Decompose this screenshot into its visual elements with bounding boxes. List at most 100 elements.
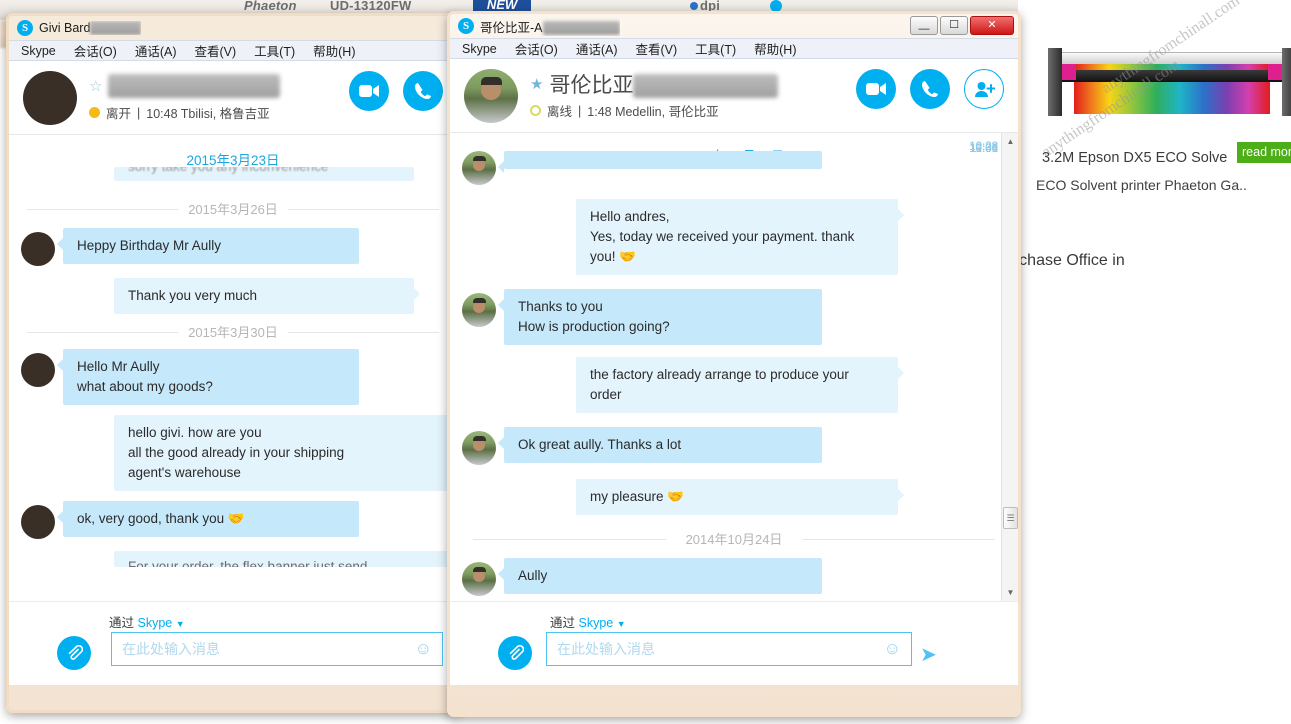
contact-header-right: ★ 哥伦比亚Andres Concha 离线 | 1:48 Medellin, …	[450, 59, 1018, 133]
window-title-left-redacted: zenishvili	[90, 21, 142, 35]
menu-item-view[interactable]: 查看(V)	[194, 41, 236, 60]
chat-area-left[interactable]: 2015年3月23日 sorry take you any inconvenie…	[9, 135, 457, 601]
message-bubble	[498, 151, 822, 173]
paperclip-icon[interactable]	[57, 636, 91, 670]
avatar[interactable]	[464, 68, 518, 123]
menubar-right[interactable]: Skype 会话(O) 通话(A) 查看(V) 工具(T) 帮助(H)	[450, 38, 1018, 59]
paperclip-icon[interactable]	[498, 636, 532, 670]
avatar[interactable]	[21, 232, 55, 266]
chevron-up-icon[interactable]: ▲	[1002, 133, 1018, 150]
video-call-icon[interactable]	[856, 69, 896, 109]
menubar-left[interactable]: Skype 会话(O) 通话(A) 查看(V) 工具(T) 帮助(H)	[9, 40, 457, 61]
message-row: Aully 11:06	[450, 143, 1018, 596]
contact-name-redacted: Andres Concha	[633, 74, 779, 99]
send-via-prefix: 通过	[550, 616, 576, 630]
date-separator: 2015年3月23日	[9, 149, 457, 169]
message-row: Thanks to you How is production going? 1…	[450, 141, 1018, 345]
compose-area-right[interactable]: 通过 Skype ▼ 在此处输入消息 ☺ ➤	[450, 601, 1018, 685]
avatar[interactable]	[462, 431, 496, 465]
chevron-down-icon[interactable]: ▼	[176, 619, 185, 629]
date-rule-left	[26, 208, 180, 210]
menu-item-tools[interactable]: 工具(T)	[695, 39, 736, 58]
message-text: hello givi. how are you	[128, 425, 262, 440]
avatar[interactable]	[462, 562, 496, 596]
favorite-star-icon[interactable]: ☆	[89, 77, 102, 95]
skype-window-right[interactable]: 哥伦比亚-Andres Concha — ☐ ✕ Skype 会话(O) 通话(…	[447, 11, 1021, 717]
voice-call-icon[interactable]	[403, 71, 443, 111]
menu-item-skype[interactable]: Skype	[21, 44, 56, 58]
avatar[interactable]	[462, 151, 496, 185]
titlebar-right[interactable]: 哥伦比亚-Andres Concha — ☐ ✕	[450, 14, 1018, 38]
message-text: For your order, the flex banner just sen…	[128, 559, 368, 567]
skype-window-left[interactable]: Givi Bardzenishvili Skype 会话(O) 通话(A) 查看…	[6, 13, 460, 713]
menu-item-view[interactable]: 查看(V)	[635, 39, 677, 58]
message-bubble: Hello andres, Yes, today we received you…	[576, 199, 904, 275]
compose-area-left[interactable]: 通过 Skype ▼ 在此处输入消息 ☺	[9, 601, 457, 685]
printer-roll-left	[1062, 64, 1076, 80]
avatar[interactable]	[21, 353, 55, 387]
window-title-left: Givi Bardzenishvili	[39, 21, 142, 35]
site-right-column: 3.2M Epson DX5 ECO Solve read more ECO S…	[1018, 0, 1291, 724]
close-icon[interactable]: ✕	[970, 16, 1014, 35]
scroll-thumb[interactable]: ☰	[1003, 507, 1018, 529]
date-separator-label: 2015年3月23日	[176, 153, 290, 168]
menu-item-conversation[interactable]: 会话(O)	[515, 39, 558, 58]
message-bubble: my pleasure 🤝	[576, 479, 904, 515]
message-bubble: For your order, the flex banner just sen…	[114, 551, 454, 567]
avatar[interactable]	[23, 70, 77, 125]
video-call-icon[interactable]	[349, 71, 389, 111]
chevron-down-icon[interactable]: ▼	[1002, 584, 1018, 601]
header-actions-left[interactable]	[349, 71, 443, 111]
window-title-right-redacted: ndres Concha	[542, 20, 621, 35]
chat-scrollbar-right[interactable]: ▲ ☰ ▼	[1001, 133, 1018, 601]
avatar[interactable]	[21, 505, 55, 539]
message-text: Aully	[518, 568, 548, 583]
maximize-icon[interactable]: ☐	[940, 16, 968, 35]
minimize-icon[interactable]: —	[910, 16, 938, 35]
send-via-app: Skype	[578, 616, 614, 630]
send-via-selector[interactable]: 通过 Skype ▼	[550, 612, 626, 631]
menu-item-help[interactable]: 帮助(H)	[754, 39, 796, 58]
send-via-prefix: 通过	[109, 616, 135, 630]
status-separator-left: |	[137, 105, 141, 120]
header-actions-right[interactable]	[856, 69, 1004, 109]
menu-item-call[interactable]: 通话(A)	[576, 39, 618, 58]
message-bubble: Ok great aully. Thanks a lot	[498, 427, 822, 463]
menu-item-tools[interactable]: 工具(T)	[254, 41, 295, 60]
date-rule-left	[472, 538, 666, 540]
message-row: Hello Mr Aully what about my goods?	[9, 349, 457, 405]
message-input-left[interactable]: 在此处输入消息 ☺	[111, 632, 443, 666]
banner-dot-cyan	[690, 2, 698, 10]
add-person-icon[interactable]	[964, 69, 1004, 109]
window-title-left-prefix: Givi Bard	[39, 21, 91, 35]
printer-roll-right	[1268, 64, 1282, 80]
read-more-button[interactable]: read more	[1237, 142, 1291, 163]
message-text: my pleasure 🤝	[590, 489, 685, 504]
message-row: ok, very good, thank you 🤝	[9, 501, 457, 539]
message-timestamp: 11:06	[970, 143, 998, 155]
menu-item-call[interactable]: 通话(A)	[135, 41, 177, 60]
printer-leg-left	[1048, 48, 1062, 116]
message-text: Hello Mr Aully	[77, 359, 160, 374]
avatar[interactable]	[462, 293, 496, 327]
message-bubble: ok, very good, thank you 🤝	[57, 501, 359, 537]
send-via-app: Skype	[137, 616, 173, 630]
menu-item-conversation[interactable]: 会话(O)	[74, 41, 117, 60]
send-via-selector[interactable]: 通过 Skype ▼	[109, 612, 185, 631]
message-input-right[interactable]: 在此处输入消息 ☺	[546, 632, 912, 666]
chat-area-right[interactable]: 2014年10月23日 Hello andres, Yes, today we …	[450, 133, 1018, 601]
menu-item-help[interactable]: 帮助(H)	[313, 41, 355, 60]
send-icon[interactable]: ➤	[920, 642, 937, 667]
chevron-down-icon[interactable]: ▼	[617, 619, 626, 629]
message-bubble: Thank you very much	[114, 278, 420, 314]
smiley-icon[interactable]: ☺	[884, 639, 901, 659]
favorite-star-icon[interactable]: ★	[530, 75, 543, 93]
menu-item-skype[interactable]: Skype	[462, 42, 497, 56]
voice-call-icon[interactable]	[910, 69, 950, 109]
date-separator-label: 2015年3月26日	[178, 202, 288, 217]
date-rule-right	[286, 208, 440, 210]
titlebar-left[interactable]: Givi Bardzenishvili	[9, 16, 457, 40]
message-text: Yes, today we received your payment. tha…	[590, 229, 855, 244]
smiley-icon[interactable]: ☺	[415, 639, 432, 659]
window-controls-right[interactable]: — ☐ ✕	[910, 16, 1014, 35]
